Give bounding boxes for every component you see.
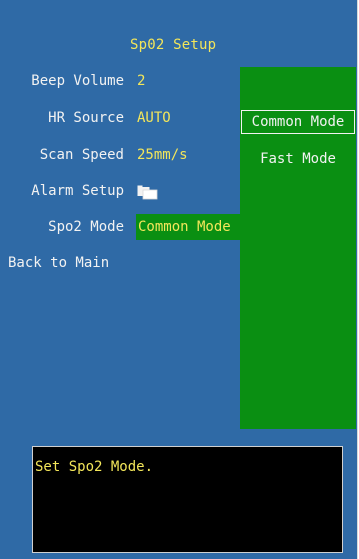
menu-label-spo2-mode[interactable]: Spo2 Mode (12, 219, 124, 235)
spo2-mode-dropdown: Common Mode Fast Mode (240, 67, 356, 429)
menu-label-scan-speed[interactable]: Scan Speed (12, 147, 124, 163)
menu-label-alarm-setup[interactable]: Alarm Setup (12, 183, 124, 199)
option-common-mode[interactable]: Common Mode (241, 110, 355, 134)
beep-volume-value[interactable]: 2 (137, 73, 145, 89)
back-to-main-button[interactable]: Back to Main (8, 255, 109, 271)
hr-source-value[interactable]: AUTO (137, 110, 171, 126)
option-fast-mode[interactable]: Fast Mode (241, 147, 355, 171)
spo2-mode-selected-value[interactable]: Common Mode (136, 214, 240, 240)
spo2-setup-panel: Sp02 Setup Beep Volume 2 HR Source AUTO … (0, 0, 358, 559)
folder-icon[interactable] (137, 185, 159, 200)
scan-speed-value[interactable]: 25mm/s (137, 147, 188, 163)
info-message-text: Set Spo2 Mode. (35, 459, 154, 475)
menu-label-beep-volume[interactable]: Beep Volume (12, 73, 124, 89)
info-message-box: Set Spo2 Mode. (32, 446, 343, 553)
menu-label-hr-source[interactable]: HR Source (12, 110, 124, 126)
page-title: Sp02 Setup (130, 37, 217, 53)
